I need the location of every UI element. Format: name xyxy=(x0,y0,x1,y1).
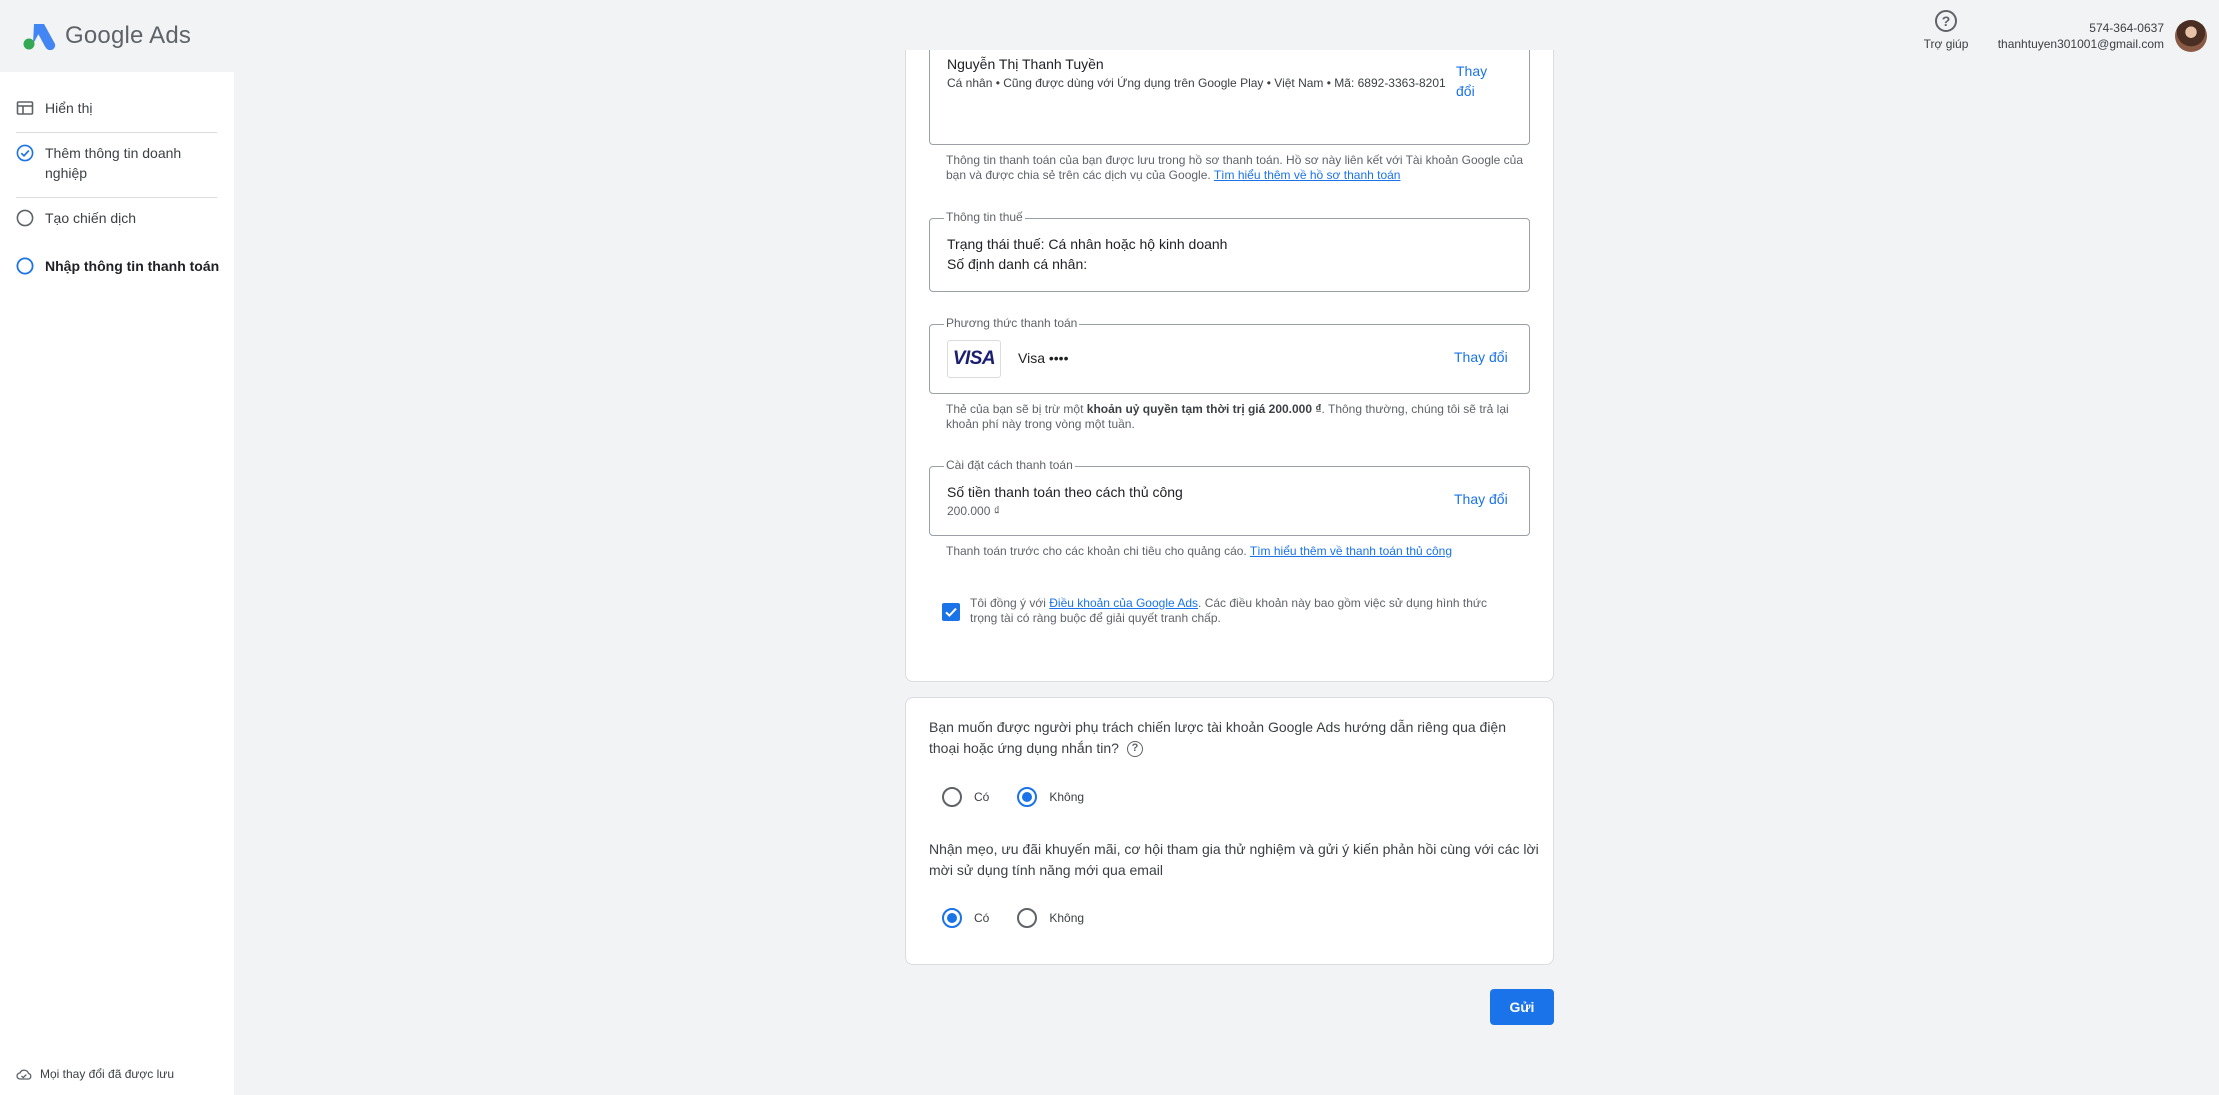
checkmark-icon xyxy=(945,607,957,618)
email-tips-no-radio[interactable] xyxy=(1017,908,1038,928)
change-payment-setting-button[interactable]: Thay đổi xyxy=(1454,491,1508,507)
authorization-note-text: Thẻ của bạn sẽ bị trừ một xyxy=(946,402,1087,416)
help-label: Trợ giúp xyxy=(1923,37,1969,51)
sidebar-item-label: Nhập thông tin thanh toán xyxy=(45,258,220,274)
email-tips-radio-group: Có Không xyxy=(942,908,1112,928)
radio-label: Có xyxy=(974,911,990,925)
sidebar: Hiển thị Thêm thông tin doanh nghiệp Tạo… xyxy=(0,72,234,1095)
tax-id-label: Số định danh cá nhân: xyxy=(947,256,1088,272)
payment-profile-box: Nguyễn Thị Thanh Tuyền Cá nhân • Cũng đư… xyxy=(929,50,1530,145)
profile-note: Thông tin thanh toán của bạn được lưu tr… xyxy=(946,153,1526,183)
profile-details: Cá nhân • Cũng được dùng với Ứng dụng tr… xyxy=(947,76,1446,90)
sidebar-item-label: Hiển thị xyxy=(45,100,93,116)
change-payment-method-button[interactable]: Thay đổi xyxy=(1454,349,1508,365)
sidebar-item-create-campaign[interactable]: Tạo chiến dịch xyxy=(16,208,136,228)
google-ads-logo-icon[interactable] xyxy=(22,22,56,50)
help-icon[interactable]: ? xyxy=(1126,741,1143,758)
blue-circle-icon xyxy=(16,257,34,275)
submit-button[interactable]: Gửi xyxy=(1490,989,1554,1025)
card-number: Visa •••• xyxy=(1018,350,1069,366)
radio-label: Không xyxy=(1049,911,1085,925)
payment-method-legend: Phương thức thanh toán xyxy=(944,316,1080,330)
change-profile-button[interactable]: Thay đổi xyxy=(1456,61,1506,101)
preferences-card: Bạn muốn được người phụ trách chiến lược… xyxy=(905,697,1554,965)
email-tips-question: Nhận mẹo, ưu đãi khuyến mãi, cơ hội tham… xyxy=(929,841,1539,878)
tax-info-box: Thông tin thuế Trạng thái thuế: Cá nhân … xyxy=(929,210,1530,292)
save-status-label: Mọi thay đổi đã được lưu xyxy=(40,1067,174,1081)
sidebar-item-billing[interactable]: Nhập thông tin thanh toán xyxy=(16,256,219,276)
manual-payment-learn-more-link[interactable]: Tìm hiểu thêm về thanh toán thủ công xyxy=(1250,544,1452,558)
guidance-no-radio[interactable] xyxy=(1017,787,1038,807)
sidebar-item-label: Tạo chiến dịch xyxy=(45,210,137,226)
payment-setting-title: Số tiền thanh toán theo cách thủ công xyxy=(947,484,1183,500)
account-email: thanhtuyen301001@gmail.com xyxy=(1997,37,2164,51)
guidance-radio-group: Có Không xyxy=(942,787,1112,807)
help-button[interactable]: ? Trợ giúp xyxy=(1918,10,1974,51)
profile-learn-more-link[interactable]: Tìm hiểu thêm về hồ sơ thanh toán xyxy=(1214,168,1401,182)
manual-payment-note-text: Thanh toán trước cho các khoản chi tiêu … xyxy=(946,544,1247,558)
divider xyxy=(16,132,217,133)
display-icon xyxy=(16,101,34,115)
help-icon: ? xyxy=(1935,10,1957,32)
guidance-yes-radio[interactable] xyxy=(942,787,962,807)
sidebar-item-business-info[interactable]: Thêm thông tin doanh nghiệp xyxy=(16,143,221,183)
payment-method-box: Phương thức thanh toán VISA Visa •••• Th… xyxy=(929,316,1530,394)
manual-payment-note: Thanh toán trước cho các khoản chi tiêu … xyxy=(946,544,1526,559)
account-phone: 574-364-0637 xyxy=(2089,21,2164,35)
divider xyxy=(16,197,217,198)
radio-label: Không xyxy=(1049,790,1085,804)
empty-circle-icon xyxy=(16,209,34,227)
payment-setting-legend: Cài đặt cách thanh toán xyxy=(944,458,1075,472)
authorization-note: Thẻ của bạn sẽ bị trừ một khoản uỷ quyền… xyxy=(946,402,1526,432)
guidance-question-text: Bạn muốn được người phụ trách chiến lược… xyxy=(929,719,1507,756)
email-tips-yes-radio[interactable] xyxy=(942,908,962,928)
sidebar-item-display[interactable]: Hiển thị xyxy=(16,98,92,118)
account-info[interactable]: 574-364-0637 thanhtuyen301001@gmail.com xyxy=(1998,20,2164,52)
sidebar-item-label: Thêm thông tin doanh nghiệp xyxy=(45,145,182,181)
billing-card: Nguyễn Thị Thanh Tuyền Cá nhân • Cũng đư… xyxy=(905,50,1554,682)
payment-amount: 200.000 ₫ xyxy=(947,504,1000,518)
terms-link[interactable]: Điều khoản của Google Ads xyxy=(1049,596,1198,610)
cloud-done-icon xyxy=(16,1069,32,1080)
radio-label: Có xyxy=(974,790,990,804)
save-status: Mọi thay đổi đã được lưu xyxy=(16,1067,174,1081)
authorization-note-bold: khoản uỷ quyền tạm thời trị giá 200.000 … xyxy=(1086,402,1322,416)
guidance-question: Bạn muốn được người phụ trách chiến lược… xyxy=(929,717,1539,759)
terms-text-start: Tôi đồng ý với xyxy=(970,596,1050,610)
payment-setting-box: Cài đặt cách thanh toán Số tiền thanh to… xyxy=(929,458,1530,536)
tax-info-legend: Thông tin thuế xyxy=(944,210,1025,224)
terms-text: Tôi đồng ý với Điều khoản của Google Ads… xyxy=(970,596,1515,626)
avatar[interactable] xyxy=(2175,20,2207,52)
visa-logo-icon: VISA xyxy=(947,340,1001,378)
brand-name[interactable]: Google Ads xyxy=(65,22,191,50)
tax-status: Trạng thái thuế: Cá nhân hoặc hộ kinh do… xyxy=(947,236,1228,252)
profile-name: Nguyễn Thị Thanh Tuyền xyxy=(947,56,1104,72)
terms-checkbox[interactable] xyxy=(942,603,960,621)
check-circle-icon xyxy=(16,144,34,162)
